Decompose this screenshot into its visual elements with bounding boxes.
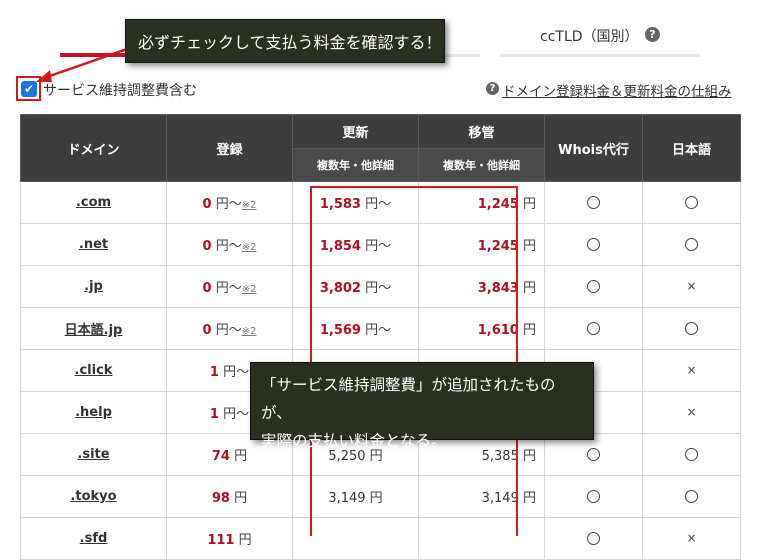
- domain-link[interactable]: .tokyo: [20, 475, 167, 518]
- register-price: 0 円〜※2: [166, 265, 293, 308]
- transfer-unit: 円: [522, 323, 536, 338]
- circle-mark-icon: [587, 196, 600, 209]
- circle-mark-icon: [685, 196, 698, 209]
- annotation-middle: 「サービス維持調整費」が追加されたものが、 実際の支払い料金となる。: [250, 362, 594, 450]
- japanese-cell: [642, 433, 741, 476]
- circle-mark-icon: [587, 490, 600, 503]
- japanese-cell: [642, 223, 741, 266]
- header-domain: ドメイン: [20, 114, 167, 182]
- japanese-cell: ×: [642, 517, 741, 560]
- japanese-cell: ×: [642, 391, 741, 434]
- register-unit: 円〜: [223, 407, 250, 422]
- register-value: 0: [202, 197, 212, 212]
- domain-link[interactable]: .site: [20, 433, 167, 476]
- register-note-link[interactable]: ※2: [242, 242, 257, 253]
- domain-link[interactable]: .jp: [20, 265, 167, 308]
- register-value: 98: [211, 491, 230, 506]
- help-icon[interactable]: ?: [645, 27, 660, 42]
- register-price: 98 円: [166, 475, 293, 518]
- transfer-unit: 円: [522, 281, 536, 296]
- header-renew-detail[interactable]: 複数年・他詳細: [292, 148, 419, 182]
- annotation-middle-line2: 実際の支払い料金となる。: [261, 432, 447, 450]
- tab-underline-cctld: [500, 54, 700, 57]
- cross-mark-icon: ×: [686, 363, 697, 377]
- whois-cell: [544, 265, 643, 308]
- whois-cell: [544, 307, 643, 350]
- register-unit: 円〜: [215, 281, 242, 296]
- japanese-cell: ×: [642, 265, 741, 308]
- price-highlight-rect: [310, 186, 518, 536]
- circle-mark-icon: [587, 532, 600, 545]
- register-value: 1: [209, 407, 219, 422]
- cross-mark-icon: ×: [686, 531, 697, 545]
- whois-cell: [544, 181, 643, 224]
- circle-mark-icon: [587, 448, 600, 461]
- register-price: 0 円〜※2: [166, 223, 293, 266]
- circle-mark-icon: [587, 238, 600, 251]
- whois-cell: [544, 475, 643, 518]
- domain-link[interactable]: .sfd: [20, 517, 167, 560]
- domain-link[interactable]: .net: [20, 223, 167, 266]
- register-unit: 円〜: [215, 239, 242, 254]
- tab-cctld[interactable]: ccTLD（国別）: [540, 26, 639, 46]
- circle-mark-icon: [587, 322, 600, 335]
- register-value: 0: [202, 239, 212, 254]
- japanese-cell: [642, 307, 741, 350]
- register-note-link[interactable]: ※2: [242, 284, 257, 295]
- register-value: 0: [202, 281, 212, 296]
- register-price: 111 円: [166, 517, 293, 560]
- register-unit: 円: [234, 491, 248, 506]
- register-note-link[interactable]: ※2: [242, 326, 257, 337]
- domain-link[interactable]: .click: [20, 349, 167, 392]
- cross-mark-icon: ×: [686, 405, 697, 419]
- japanese-cell: [642, 181, 741, 224]
- register-unit: 円〜: [215, 323, 242, 338]
- transfer-unit: 円: [522, 239, 536, 254]
- circle-mark-icon: [685, 322, 698, 335]
- transfer-unit: 円: [522, 491, 536, 506]
- register-value: 111: [207, 533, 235, 548]
- register-note-link[interactable]: ※2: [242, 200, 257, 211]
- header-renew: 更新: [292, 114, 419, 149]
- transfer-unit: 円: [522, 197, 536, 212]
- cross-mark-icon: ×: [686, 279, 697, 293]
- register-unit: 円: [238, 533, 252, 548]
- whois-cell: [544, 223, 643, 266]
- domain-link[interactable]: .help: [20, 391, 167, 434]
- annotation-top: 必ずチェックして支払う料金を確認する！: [125, 19, 445, 63]
- circle-mark-icon: [685, 490, 698, 503]
- annotation-middle-line1: 「サービス維持調整費」が追加されたものが、: [261, 376, 556, 422]
- header-register: 登録: [166, 114, 293, 182]
- circle-mark-icon: [587, 280, 600, 293]
- whois-cell: [544, 517, 643, 560]
- pricing-help-link[interactable]: ドメイン登録料金＆更新料金の仕組み: [502, 80, 732, 100]
- register-price: 0 円〜※2: [166, 181, 293, 224]
- register-unit: 円〜: [215, 197, 242, 212]
- header-japanese: 日本語: [642, 114, 741, 182]
- register-price: 0 円〜※2: [166, 307, 293, 350]
- header-whois: Whois代行: [544, 114, 643, 182]
- register-value: 0: [202, 323, 212, 338]
- domain-link[interactable]: 日本語.jp: [20, 307, 167, 350]
- register-unit: 円〜: [223, 365, 250, 380]
- header-transfer: 移管: [418, 114, 545, 149]
- japanese-cell: [642, 475, 741, 518]
- register-value: 74: [211, 449, 230, 464]
- circle-mark-icon: [685, 448, 698, 461]
- question-icon: ?: [486, 82, 499, 95]
- header-transfer-detail[interactable]: 複数年・他詳細: [418, 148, 545, 182]
- register-unit: 円: [234, 449, 248, 464]
- arrow-icon: [36, 46, 131, 82]
- register-value: 1: [209, 365, 219, 380]
- circle-mark-icon: [685, 238, 698, 251]
- domain-link[interactable]: .com: [20, 181, 167, 224]
- japanese-cell: ×: [642, 349, 741, 392]
